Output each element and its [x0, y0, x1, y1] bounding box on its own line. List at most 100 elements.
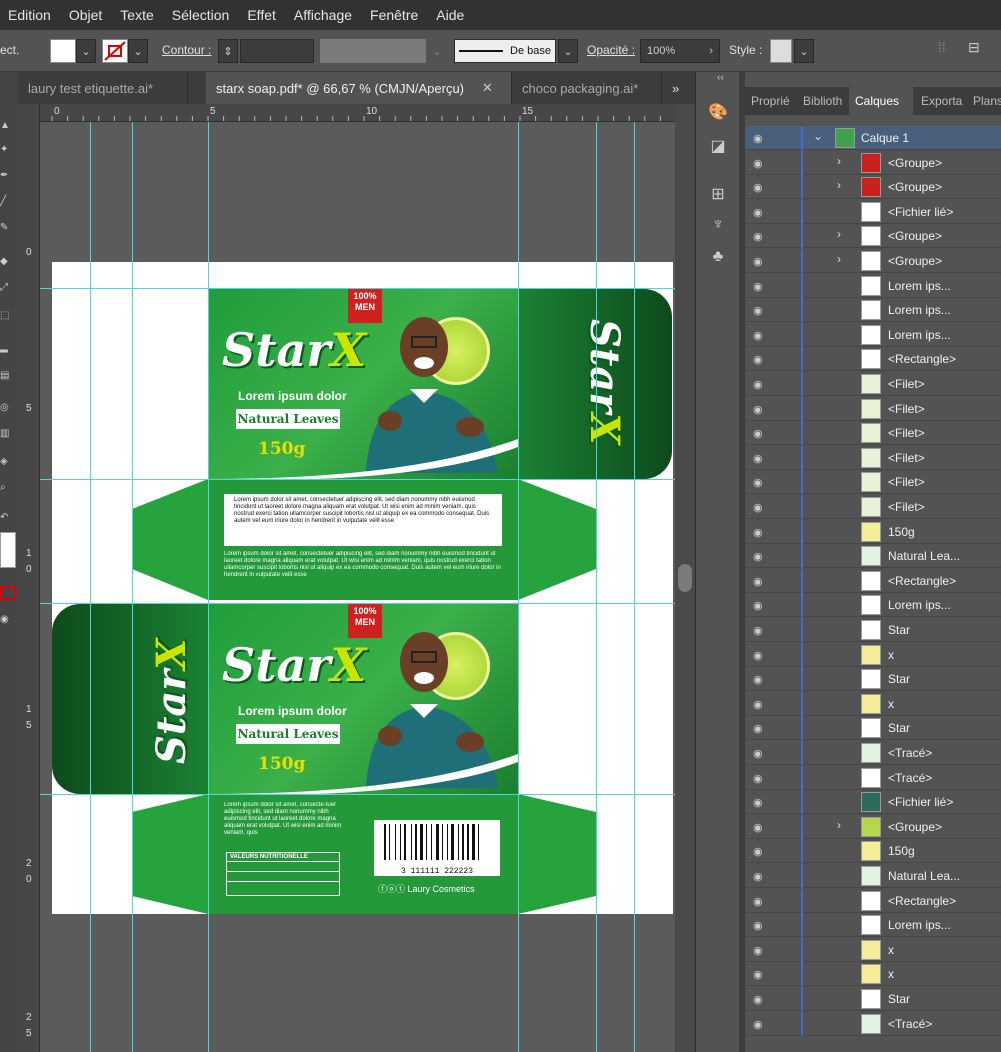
front-panel-top[interactable]: 100% MEN StarX Lorem ipsum dolor Natural… — [208, 289, 518, 479]
layer-row[interactable]: ◉ › <Groupe> — [745, 150, 1001, 175]
front-panel-bottom[interactable]: 100% MEN StarX Lorem ipsum dolor Natural… — [208, 604, 518, 794]
eye-icon[interactable]: ◉ — [753, 1018, 769, 1031]
swap-colors-icon[interactable]: ↶ — [0, 512, 16, 524]
menu-selection[interactable]: Sélection — [172, 7, 230, 23]
layer-row[interactable]: ◉ Lorem ips... — [745, 913, 1001, 938]
graph-icon[interactable]: ▥ — [0, 428, 16, 440]
layer-row[interactable]: ◉ Natural Lea... — [745, 864, 1001, 888]
eye-icon[interactable]: ◉ — [753, 157, 769, 170]
eye-icon[interactable]: ◉ — [753, 427, 769, 440]
variable-width-dropdown[interactable]: ⌄ — [426, 39, 448, 63]
grid-icon[interactable]: ⊞ — [708, 184, 728, 204]
magic-wand-icon[interactable]: ✦ — [0, 144, 16, 156]
slice-icon[interactable]: ◈ — [0, 456, 16, 468]
fill-color-icon[interactable] — [0, 532, 16, 568]
tab-starx-soap[interactable]: starx soap.pdf* @ 66,67 % (CMJN/Aperçu) ✕ — [206, 72, 512, 104]
eye-icon[interactable]: ◉ — [753, 845, 769, 858]
contour-label[interactable]: Contour : — [162, 43, 211, 57]
eye-icon[interactable]: ◉ — [753, 550, 769, 563]
gradient-panel-icon[interactable]: ◪ — [708, 136, 728, 156]
tab-plans[interactable]: Plans — [967, 87, 1001, 115]
eye-icon[interactable]: ◉ — [753, 575, 769, 588]
layer-row[interactable]: ◉ › <Groupe> — [745, 249, 1001, 273]
eye-icon[interactable]: ◉ — [753, 206, 769, 219]
expand-chevron-icon[interactable]: › — [837, 252, 841, 266]
eye-icon[interactable]: ◉ — [753, 944, 769, 957]
eye-icon[interactable]: ◉ — [753, 280, 769, 293]
side-panel-bottom[interactable]: StarX — [52, 604, 208, 794]
eraser-icon[interactable]: ◆ — [0, 256, 16, 268]
layer-row[interactable]: ◉ Star — [745, 667, 1001, 692]
scale-icon[interactable]: ⤢ — [0, 282, 16, 294]
tab-proprietes[interactable]: Proprié — [745, 87, 797, 115]
style-dropdown[interactable]: ⌄ — [794, 39, 814, 63]
eye-icon[interactable]: ◉ — [753, 968, 769, 981]
expand-chevron-icon[interactable]: › — [837, 227, 841, 241]
tab-calques[interactable]: Calques — [849, 87, 913, 115]
menu-objet[interactable]: Objet — [69, 7, 102, 23]
eye-icon[interactable]: ◉ — [753, 353, 769, 366]
collapse-icon[interactable]: ‹‹ — [717, 72, 724, 83]
layer-row[interactable]: ◉ Lorem ips... — [745, 298, 1001, 323]
eye-icon[interactable]: ◉ — [753, 993, 769, 1006]
menu-affichage[interactable]: Affichage — [294, 7, 352, 23]
layer-row[interactable]: ◉ <Tracé> — [745, 741, 1001, 765]
menu-texte[interactable]: Texte — [120, 7, 153, 23]
layer-row[interactable]: ◉ › <Groupe> — [745, 224, 1001, 249]
tab-exporter[interactable]: Exporta — [915, 87, 967, 115]
stroke-swatch[interactable] — [102, 39, 128, 63]
eye-icon[interactable]: ◉ — [753, 796, 769, 809]
eye-icon[interactable]: ◉ — [753, 870, 769, 883]
layer-row[interactable]: ◉ x — [745, 962, 1001, 987]
layer-row[interactable]: ◉ Star — [745, 716, 1001, 741]
eye-icon[interactable]: ◉ — [753, 329, 769, 342]
canvas[interactable]: 100% MEN StarX Lorem ipsum dolor Natural… — [40, 122, 675, 1052]
eye-icon[interactable]: ◉ — [753, 919, 769, 932]
expand-chevron-icon[interactable]: › — [837, 178, 841, 192]
stroke-profile-field[interactable]: De base — [454, 39, 556, 63]
menu-aide[interactable]: Aide — [436, 7, 464, 23]
scroll-thumb[interactable] — [678, 564, 692, 592]
layer-row[interactable]: ◉ <Filet> — [745, 470, 1001, 495]
transform-icon[interactable]: ⊟ — [968, 39, 988, 63]
layer-row[interactable]: ◉ <Filet> — [745, 495, 1001, 519]
mesh-icon[interactable]: ▂ — [0, 342, 16, 354]
vertical-scrollbar[interactable] — [675, 104, 695, 1052]
layer-row[interactable]: ◉ x — [745, 937, 1001, 962]
opacity-label[interactable]: Opacité : — [587, 43, 635, 57]
layer-row[interactable]: ◉ Star — [745, 987, 1001, 1011]
pencil-icon[interactable]: ✎ — [0, 222, 16, 234]
pen-icon[interactable]: ✒ — [0, 170, 16, 182]
direct-selection-icon[interactable]: ▲ — [0, 120, 16, 132]
opacity-field[interactable]: 100% › — [640, 39, 720, 63]
tab-choco-packaging[interactable]: choco packaging.ai* — [512, 72, 662, 104]
eye-icon[interactable]: ◉ — [753, 304, 769, 317]
stroke-profile-dropdown[interactable]: ⌄ — [558, 39, 578, 63]
tabs-overflow-button[interactable]: » — [662, 72, 695, 104]
fill-swatch[interactable] — [50, 39, 76, 63]
fill-dropdown[interactable]: ⌄ — [76, 39, 96, 63]
eye-icon[interactable]: ◉ — [753, 526, 769, 539]
eye-icon[interactable]: ◉ — [753, 476, 769, 489]
line-icon[interactable]: ╱ — [0, 196, 16, 208]
layer-row[interactable]: ◉ <Rectangle> — [745, 888, 1001, 913]
free-transform-icon[interactable]: ⬚ — [0, 310, 16, 322]
menu-effet[interactable]: Effet — [247, 7, 276, 23]
tab-laury-test[interactable]: laury test etiquette.ai* — [18, 72, 188, 104]
layer-row[interactable]: ◉ Lorem ips... — [745, 322, 1001, 347]
eye-icon[interactable]: ◉ — [753, 599, 769, 612]
layer-row[interactable]: ◉ <Filet> — [745, 396, 1001, 421]
layer-row[interactable]: ◉ <Tracé> — [745, 1011, 1001, 1036]
eye-icon[interactable]: ◉ — [753, 722, 769, 735]
layer-row[interactable]: ◉ <Filet> — [745, 421, 1001, 446]
gradient-icon[interactable]: ▤ — [0, 370, 16, 382]
layer-row[interactable]: ◉ 150g — [745, 839, 1001, 864]
style-swatch[interactable] — [770, 39, 792, 63]
layer-row[interactable]: ◉ <Fichier lié> — [745, 790, 1001, 815]
close-icon[interactable]: ✕ — [482, 80, 493, 96]
club-icon[interactable]: ♣ — [708, 248, 728, 268]
tab-bibliotheques[interactable]: Biblioth — [797, 87, 845, 115]
eye-icon[interactable]: ◉ — [753, 403, 769, 416]
puppet-icon[interactable]: ♆ — [708, 216, 728, 236]
layer-row[interactable]: ◉ x — [745, 691, 1001, 716]
